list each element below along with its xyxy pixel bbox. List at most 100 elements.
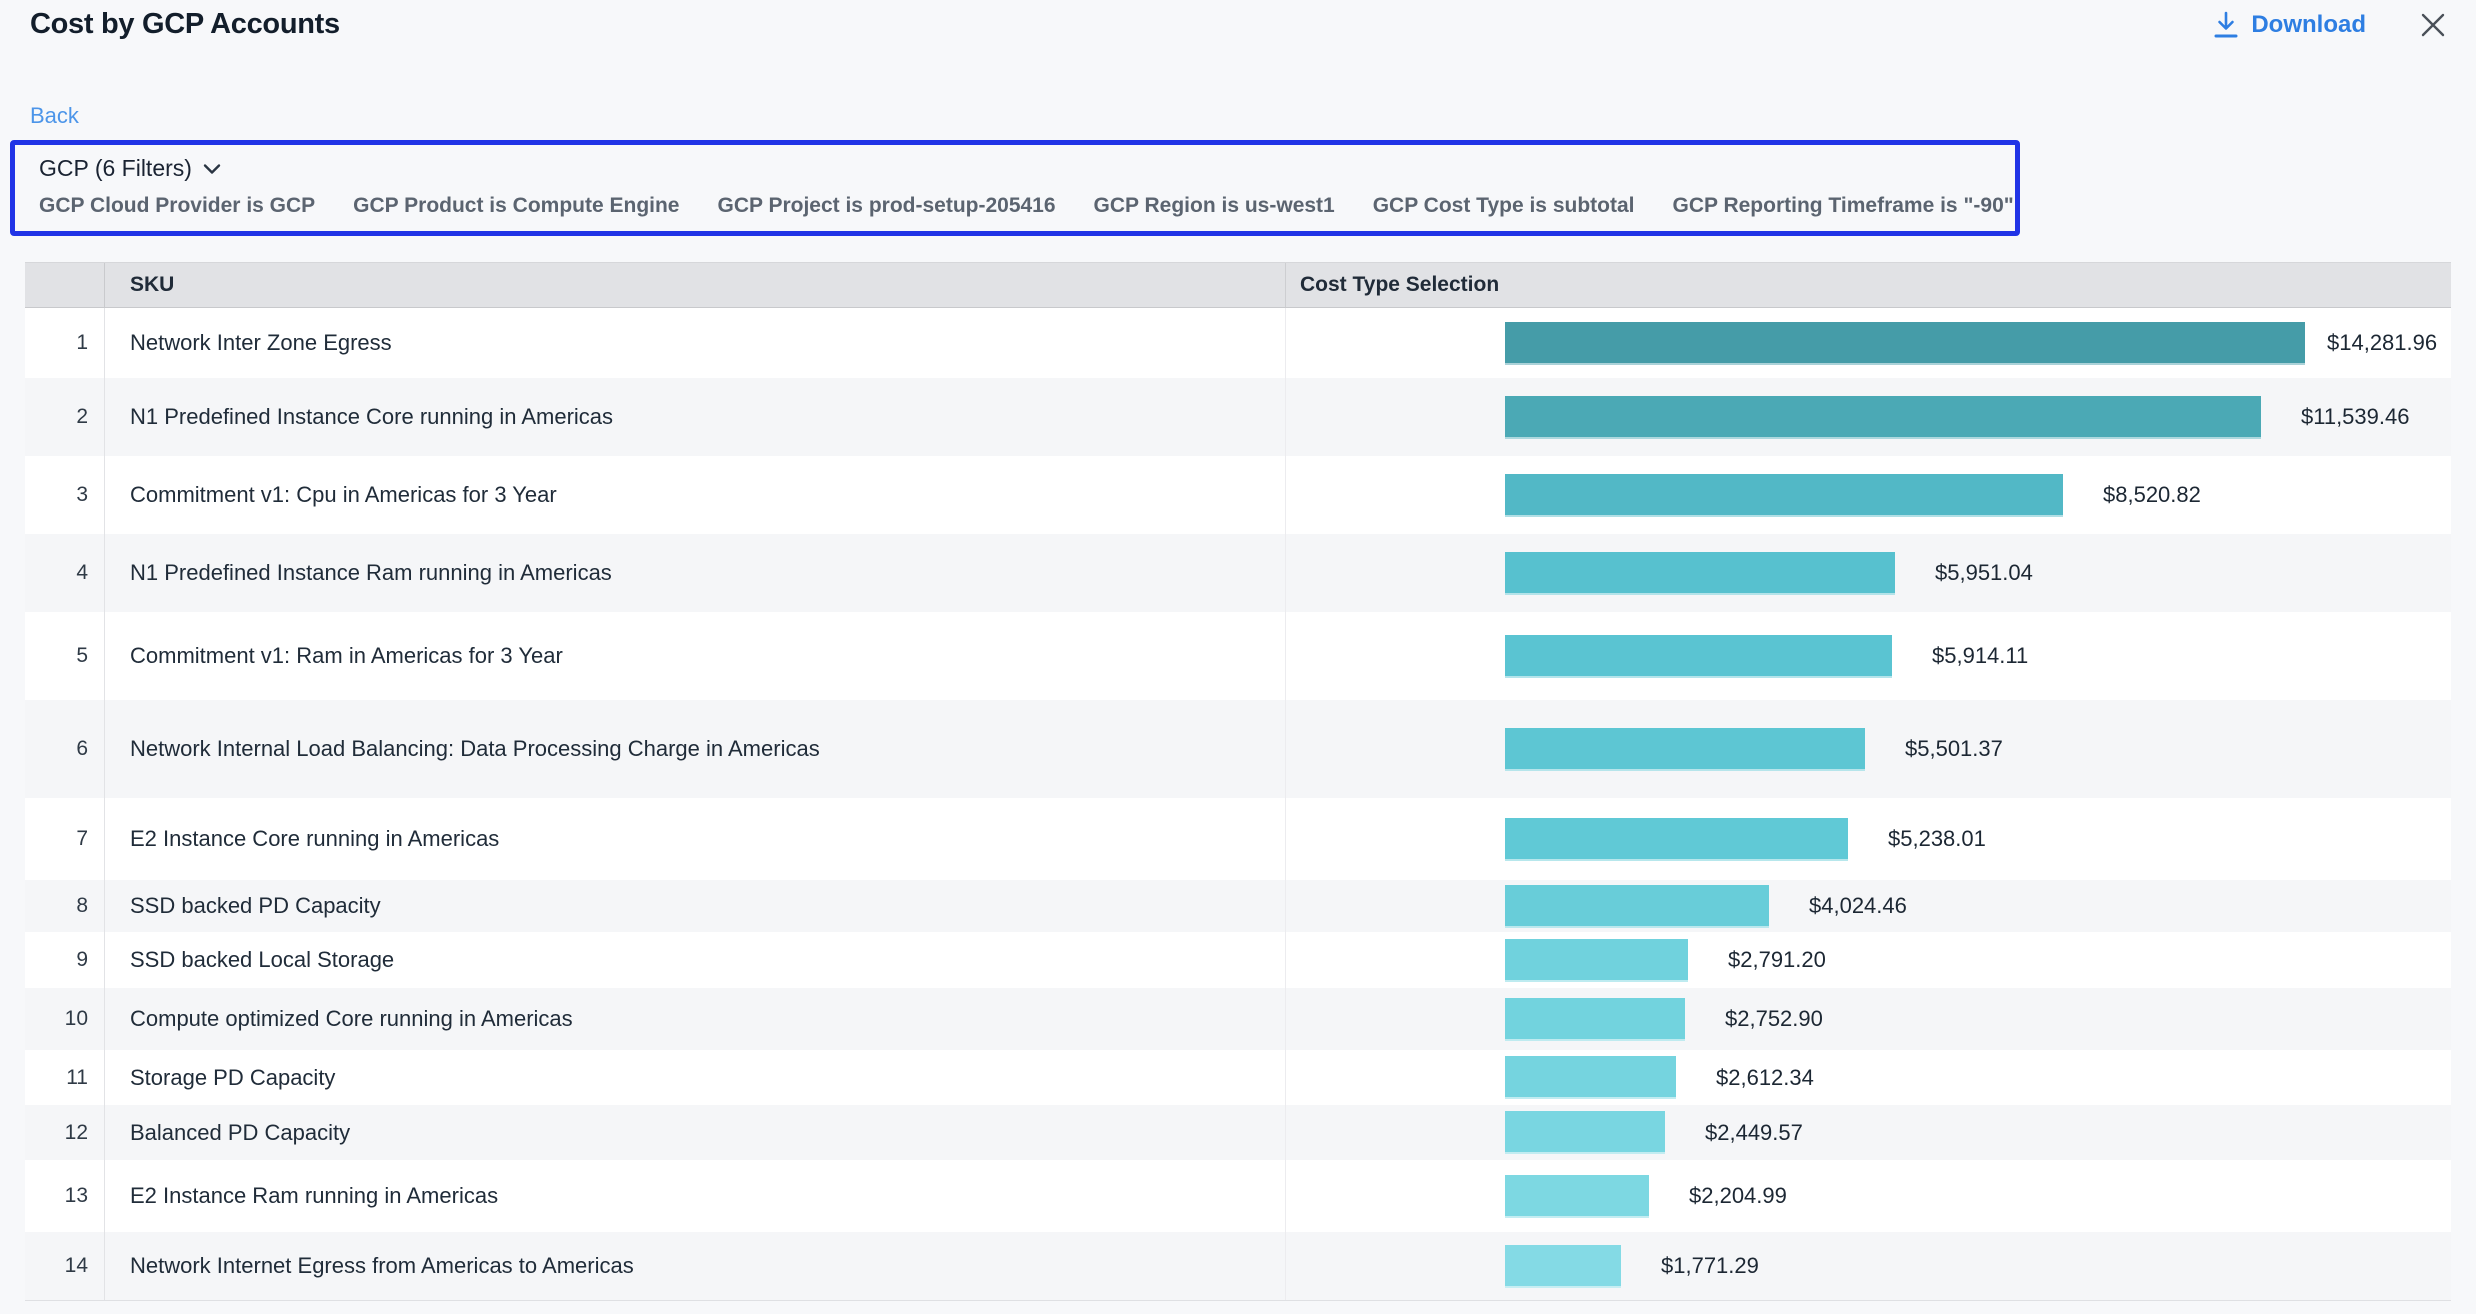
cost-bar-cell: $2,752.90 xyxy=(1285,988,2451,1050)
header-actions: Download xyxy=(2213,10,2448,40)
sku-label: Compute optimized Core running in Americ… xyxy=(105,1006,1285,1032)
cost-bar[interactable] xyxy=(1505,885,1769,928)
cost-bar-cell: $5,914.11 xyxy=(1285,612,2451,700)
cost-bar[interactable] xyxy=(1505,818,1848,861)
cost-bar-cell: $2,449.57 xyxy=(1285,1105,2451,1160)
cost-bar[interactable] xyxy=(1505,474,2063,517)
cost-value-label: $8,520.82 xyxy=(2103,482,2201,508)
row-index: 8 xyxy=(25,880,105,932)
cost-bar[interactable] xyxy=(1505,1175,1649,1218)
sku-label: Network Internal Load Balancing: Data Pr… xyxy=(105,736,1285,762)
table-row[interactable]: 3Commitment v1: Cpu in Americas for 3 Ye… xyxy=(25,456,2451,534)
cost-value-label: $2,449.57 xyxy=(1705,1120,1803,1146)
column-header-cost-type[interactable]: Cost Type Selection xyxy=(1285,263,2451,307)
sku-label: Balanced PD Capacity xyxy=(105,1120,1285,1146)
filter-chip[interactable]: GCP Region is us-west1 xyxy=(1094,194,1335,218)
table-row[interactable]: 13E2 Instance Ram running in Americas $2,… xyxy=(25,1160,2451,1232)
filter-group-box: GCP (6 Filters) GCP Cloud Provider is GC… xyxy=(10,140,2020,236)
cost-bar[interactable] xyxy=(1505,939,1688,982)
column-header-sku[interactable]: SKU xyxy=(105,273,1285,297)
cost-bar-cell: $2,612.34 xyxy=(1285,1050,2451,1105)
page-title: Cost by GCP Accounts xyxy=(30,8,340,41)
cost-value-label: $2,612.34 xyxy=(1716,1065,1814,1091)
filter-group-label: GCP (6 Filters) xyxy=(39,155,192,182)
cost-value-label: $4,024.46 xyxy=(1809,893,1907,919)
row-index: 13 xyxy=(25,1160,105,1232)
cost-bar-cell: $5,951.04 xyxy=(1285,534,2451,612)
download-button[interactable]: Download xyxy=(2213,11,2366,39)
row-index: 12 xyxy=(25,1105,105,1160)
cost-value-label: $2,204.99 xyxy=(1689,1183,1787,1209)
sku-label: SSD backed PD Capacity xyxy=(105,893,1285,919)
sku-label: N1 Predefined Instance Ram running in Am… xyxy=(105,560,1285,586)
cost-value-label: $5,951.04 xyxy=(1935,560,2033,586)
cost-bar[interactable] xyxy=(1505,322,2305,365)
row-index: 6 xyxy=(25,700,105,798)
row-index: 7 xyxy=(25,798,105,880)
row-index: 11 xyxy=(25,1050,105,1105)
sku-label: Commitment v1: Cpu in Americas for 3 Yea… xyxy=(105,482,1285,508)
cost-bar[interactable] xyxy=(1505,1111,1665,1154)
filter-chip[interactable]: GCP Cost Type is subtotal xyxy=(1373,194,1635,218)
filter-chip[interactable]: GCP Project is prod-setup-205416 xyxy=(717,194,1055,218)
cost-bar[interactable] xyxy=(1505,396,2261,439)
table-row[interactable]: 10Compute optimized Core running in Amer… xyxy=(25,988,2451,1050)
cost-bar[interactable] xyxy=(1505,1245,1621,1288)
sku-label: Storage PD Capacity xyxy=(105,1065,1285,1091)
filter-chip[interactable]: GCP Reporting Timeframe is "-90" xyxy=(1672,194,2013,218)
sku-label: E2 Instance Ram running in Americas xyxy=(105,1183,1285,1209)
cost-bar-cell: $1,771.29 xyxy=(1285,1232,2451,1300)
table-row[interactable]: 2N1 Predefined Instance Core running in … xyxy=(25,378,2451,456)
filter-group-toggle[interactable]: GCP (6 Filters) xyxy=(39,155,222,182)
row-index: 9 xyxy=(25,932,105,988)
cost-bar-cell: $8,520.82 xyxy=(1285,456,2451,534)
table-row[interactable]: 7E2 Instance Core running in Americas $5,… xyxy=(25,798,2451,880)
cost-bar[interactable] xyxy=(1505,635,1892,678)
table-row[interactable]: 4N1 Predefined Instance Ram running in A… xyxy=(25,534,2451,612)
table-body: 1Network Inter Zone Egress$14,281.962N1 … xyxy=(25,308,2451,1300)
cost-bar-cell: $14,281.96 xyxy=(1285,308,2451,378)
cost-bar-cell: $5,238.01 xyxy=(1285,798,2451,880)
table-row[interactable]: 11Storage PD Capacity $2,612.34 xyxy=(25,1050,2451,1105)
row-index: 14 xyxy=(25,1232,105,1300)
cost-value-label: $11,539.46 xyxy=(2301,404,2409,430)
table-header-row: SKU Cost Type Selection xyxy=(25,262,2451,308)
close-button[interactable] xyxy=(2418,10,2448,40)
sku-label: Network Internet Egress from Americas to… xyxy=(105,1253,1285,1279)
cost-bar[interactable] xyxy=(1505,1056,1676,1099)
close-icon xyxy=(2418,10,2448,40)
cost-bar[interactable] xyxy=(1505,998,1685,1041)
cost-bar-cell: $5,501.37 xyxy=(1285,700,2451,798)
cost-value-label: $5,238.01 xyxy=(1888,826,1986,852)
row-index: 2 xyxy=(25,378,105,456)
sku-label: E2 Instance Core running in Americas xyxy=(105,826,1285,852)
cost-value-label: $2,752.90 xyxy=(1725,1006,1823,1032)
table-row[interactable]: 1Network Inter Zone Egress$14,281.96 xyxy=(25,308,2451,378)
cost-bar[interactable] xyxy=(1505,728,1865,771)
filter-chip[interactable]: GCP Cloud Provider is GCP xyxy=(39,194,315,218)
filter-chip-list: GCP Cloud Provider is GCP GCP Product is … xyxy=(39,194,1991,218)
table-row[interactable]: 9SSD backed Local Storage$2,791.20 xyxy=(25,932,2451,988)
cost-value-label: $2,791.20 xyxy=(1728,947,1826,973)
filter-chip[interactable]: GCP Product is Compute Engine xyxy=(353,194,679,218)
table-row[interactable]: 5Commitment v1: Ram in Americas for 3 Ye… xyxy=(25,612,2451,700)
row-index: 1 xyxy=(25,308,105,378)
table-row[interactable]: 8SSD backed PD Capacity $4,024.46 xyxy=(25,880,2451,932)
table-row[interactable]: 14Network Internet Egress from Americas … xyxy=(25,1232,2451,1300)
cost-value-label: $5,914.11 xyxy=(1932,643,2028,669)
row-index: 10 xyxy=(25,988,105,1050)
cost-bar-cell: $2,791.20 xyxy=(1285,932,2451,988)
cost-bar-cell: $4,024.46 xyxy=(1285,880,2451,932)
table-row[interactable]: 12Balanced PD Capacity $2,449.57 xyxy=(25,1105,2451,1160)
back-link[interactable]: Back xyxy=(30,103,79,129)
cost-bar[interactable] xyxy=(1505,552,1895,595)
sku-label: Network Inter Zone Egress xyxy=(105,330,1285,356)
chevron-down-icon xyxy=(202,162,222,176)
row-index: 4 xyxy=(25,534,105,612)
sku-label: N1 Predefined Instance Core running in A… xyxy=(105,404,1285,430)
table-row[interactable]: 6Network Internal Load Balancing: Data P… xyxy=(25,700,2451,798)
cost-table: SKU Cost Type Selection 1Network Inter Z… xyxy=(25,262,2451,1301)
download-label: Download xyxy=(2251,11,2366,39)
row-index: 5 xyxy=(25,612,105,700)
cost-bar-cell: $2,204.99 xyxy=(1285,1160,2451,1232)
